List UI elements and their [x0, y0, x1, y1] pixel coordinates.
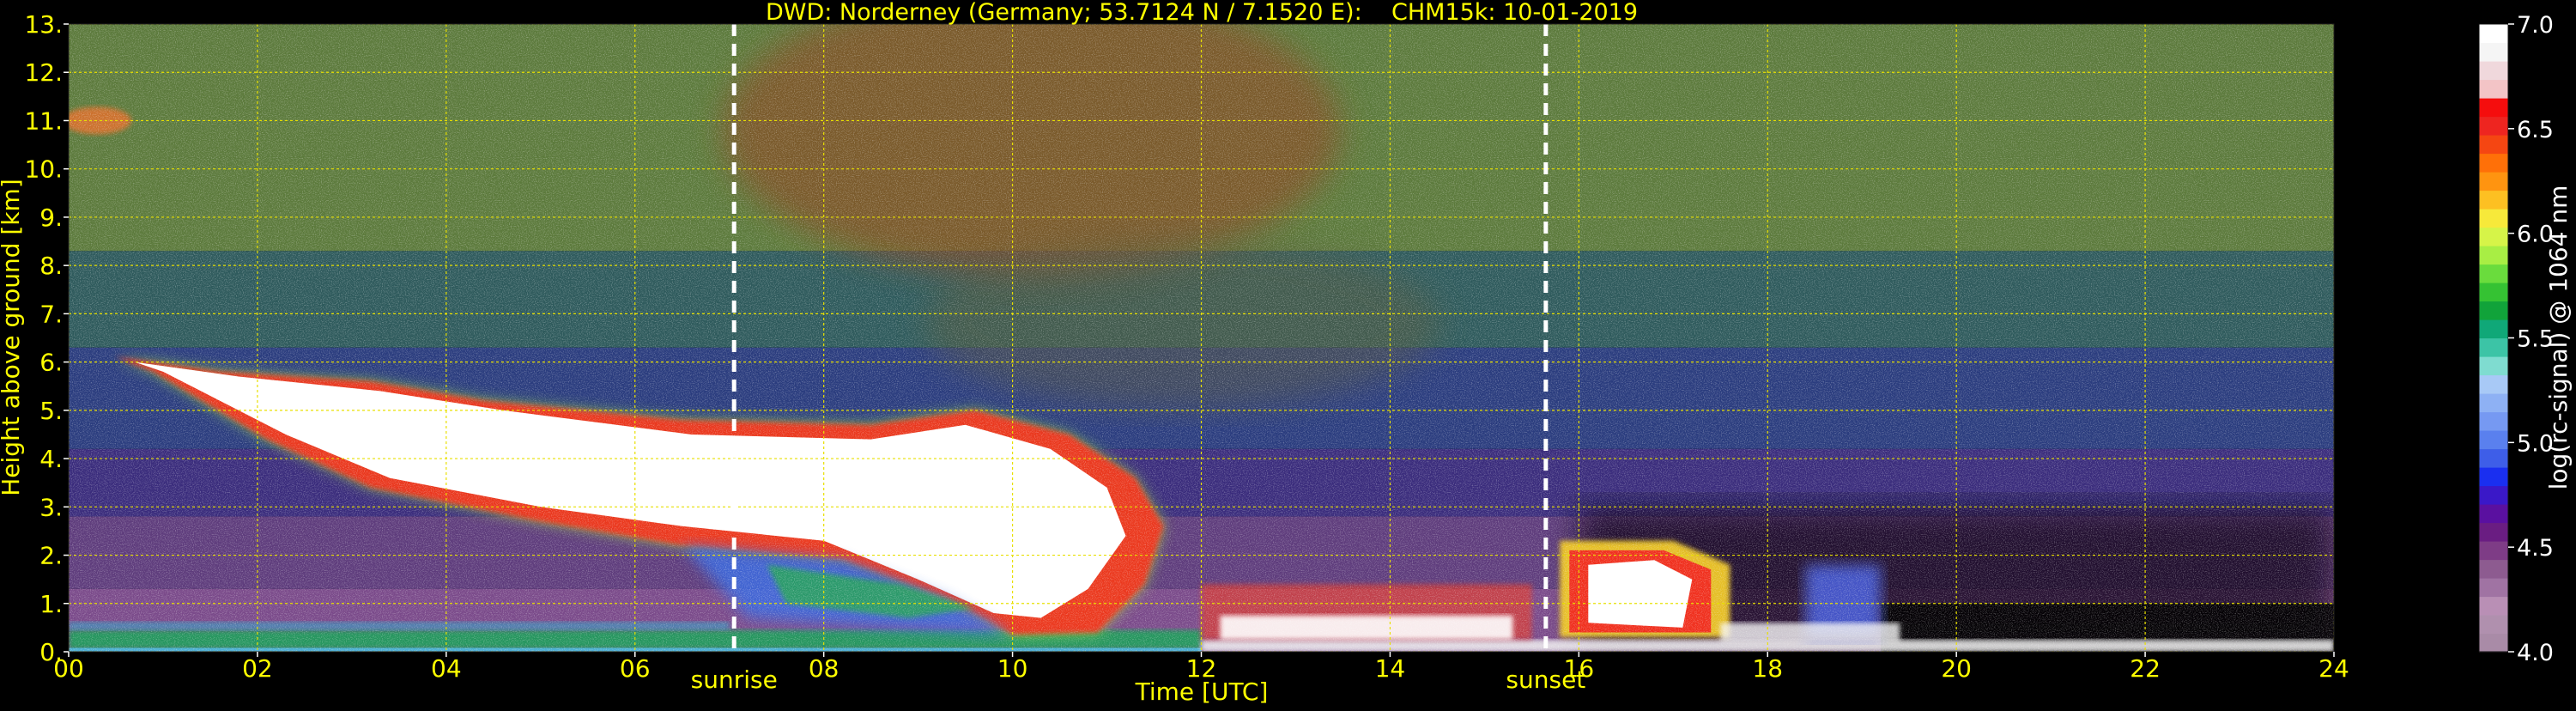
colorbar-swatch: [2479, 411, 2508, 431]
colorbar-swatch: [2479, 61, 2508, 81]
sunrise-label: sunrise: [691, 665, 778, 694]
colorbar-swatch: [2479, 559, 2508, 579]
y-tick-label: 10.: [24, 155, 63, 184]
colorbar-swatch: [2479, 522, 2508, 542]
y-tick-label: 13.: [24, 10, 63, 39]
colorbar-swatch: [2479, 374, 2508, 394]
colorbar-swatch: [2479, 172, 2508, 191]
colorbar-swatch: [2479, 116, 2508, 136]
y-tick-label: 4.: [39, 445, 63, 473]
y-tick-label: 6.: [39, 349, 63, 377]
colorbar-swatch: [2479, 615, 2508, 635]
y-tick-label: 7.: [39, 300, 63, 328]
colorbar-swatches: [2479, 24, 2508, 653]
colorbar-swatch: [2479, 319, 2508, 339]
colorbar-swatch: [2479, 283, 2508, 302]
y-tick-label: 8.: [39, 252, 63, 280]
colorbar-swatch: [2479, 227, 2508, 246]
backscatter-chart: 0.1.2.3.4.5.6.7.8.9.10.11.12.13. 00 02 04 0…: [0, 0, 2576, 708]
colorbar-swatch: [2479, 98, 2508, 118]
colorbar-swatch: [2479, 467, 2508, 487]
colorbar-swatch: [2479, 135, 2508, 155]
colorbar-swatch: [2479, 541, 2508, 561]
colorbar-swatch: [2479, 337, 2508, 357]
colorbar-swatch: [2479, 209, 2508, 228]
colorbar-swatch: [2479, 301, 2508, 320]
sunset-label: sunset: [1506, 665, 1585, 694]
colorbar-label: log(rc-signal) @ 1064 nm: [2544, 185, 2573, 490]
x-tick-label: 24: [2318, 654, 2349, 683]
colorbar-swatch: [2479, 190, 2508, 210]
x-tick-label: 20: [1941, 654, 1972, 683]
colorbar-swatch: [2479, 42, 2508, 62]
y-axis-label: Height above ground [km]: [0, 179, 25, 496]
x-tick-label: 14: [1375, 654, 1406, 683]
colorbar-tick-label: 7.0: [2517, 12, 2554, 39]
y-tick-label: 9.: [39, 204, 63, 232]
colorbar-swatch: [2479, 596, 2508, 616]
colorbar-swatch: [2479, 504, 2508, 524]
colorbar-swatch: [2479, 264, 2508, 283]
colorbar-swatch: [2479, 393, 2508, 413]
colorbar-swatch: [2479, 356, 2508, 376]
colorbar-tick-label: 4.5: [2517, 535, 2554, 562]
x-tick-label: 02: [242, 654, 273, 683]
y-tick-label: 2.: [39, 542, 63, 570]
colorbar-swatch: [2479, 24, 2508, 44]
colorbar-tick-label: 4.0: [2517, 640, 2554, 666]
y-tick-label: 3.: [39, 493, 63, 521]
ceilometer-figure: 0. 1. 2. 3. 4. 5. 6. 7. 8. 9. 10. 11. 12. 13. 00 02 04 0…: [0, 0, 2576, 708]
x-tick-label: 06: [620, 654, 651, 683]
y-tick-label: 12.: [24, 58, 63, 87]
x-axis-label: Time [UTC]: [1135, 678, 1269, 706]
x-tick-label: 08: [809, 654, 839, 683]
colorbar-swatch: [2479, 79, 2508, 99]
y-tick-label: 11.: [24, 106, 63, 135]
colorbar-swatch: [2479, 633, 2508, 653]
colorbar-tick-label: 6.5: [2517, 117, 2554, 143]
y-tick-label: 5.: [39, 397, 63, 425]
x-tick-label: 10: [997, 654, 1028, 683]
x-tick-label: 22: [2130, 654, 2161, 683]
colorbar-swatch: [2479, 246, 2508, 265]
plot-area: [69, 24, 2334, 652]
x-tick-label: 00: [53, 654, 84, 683]
x-tick-label: 04: [431, 654, 462, 683]
colorbar-swatch: [2479, 485, 2508, 505]
colorbar-swatch: [2479, 153, 2508, 173]
colorbar-swatch: [2479, 448, 2508, 468]
y-tick-label: 1.: [39, 590, 63, 618]
colorbar-swatch: [2479, 430, 2508, 450]
x-tick-label: 18: [1752, 654, 1783, 683]
colorbar-swatch: [2479, 578, 2508, 598]
chart-title: DWD: Norderney (Germany; 53.7124 N / 7.1…: [766, 0, 1638, 26]
